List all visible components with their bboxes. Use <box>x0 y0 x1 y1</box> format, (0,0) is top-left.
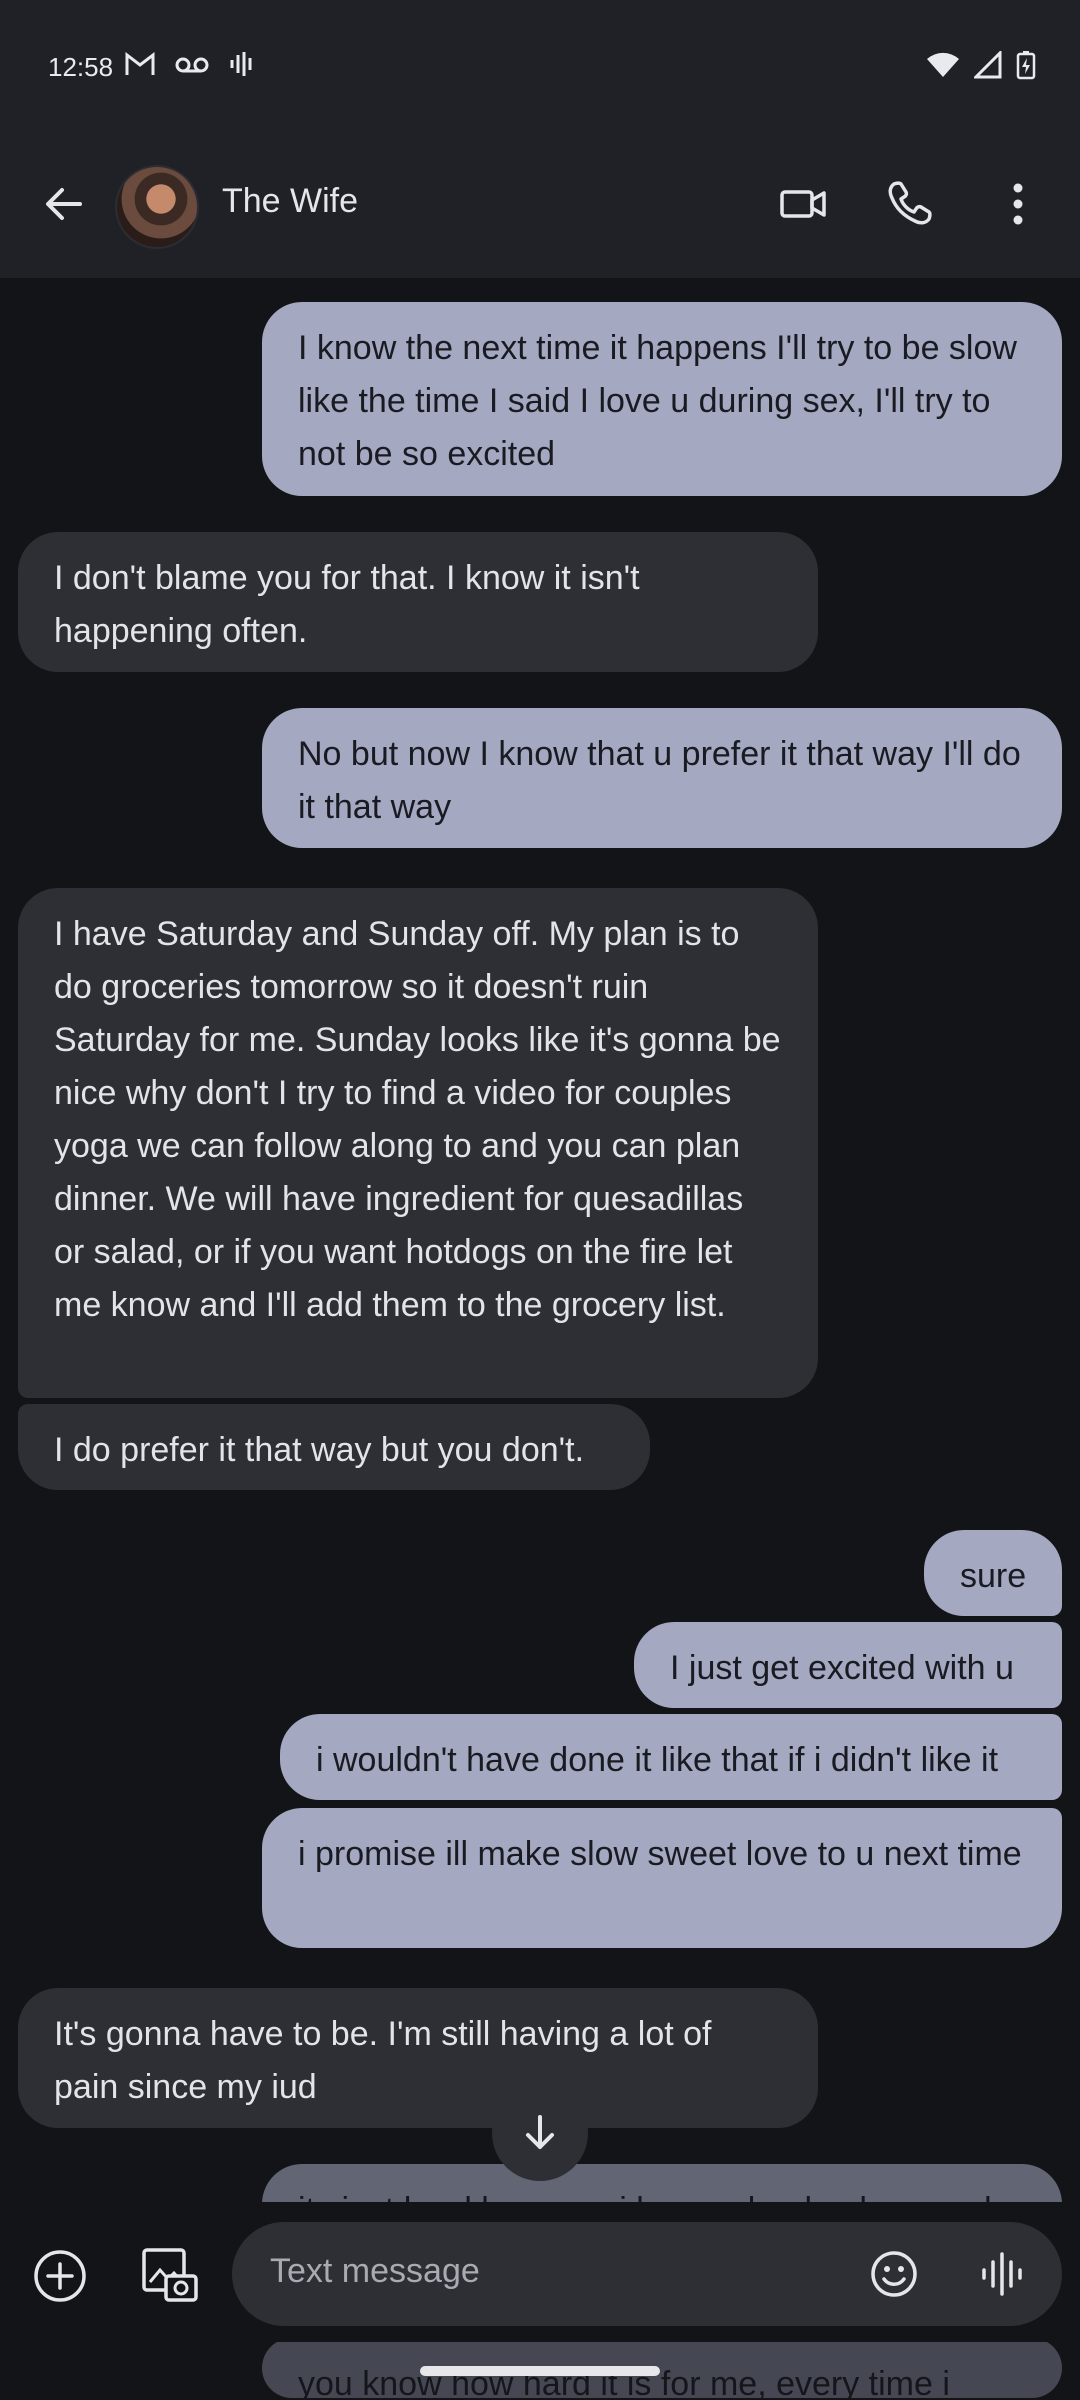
status-icons-left <box>124 50 256 78</box>
contact-avatar[interactable] <box>115 165 199 249</box>
message-bubble-incoming[interactable]: I have Saturday and Sunday off. My plan … <box>18 888 818 1398</box>
message-bubble-outgoing[interactable]: I just get excited with u <box>634 1622 1062 1708</box>
audio-icon <box>228 50 256 78</box>
message-bubble-outgoing[interactable]: i wouldn't have done it like that if i d… <box>280 1714 1062 1800</box>
voicemail-icon <box>174 50 210 78</box>
arrow-down-icon <box>526 2115 554 2149</box>
back-arrow-icon <box>46 188 82 220</box>
voice-icon <box>982 2252 1022 2296</box>
voice-message-button[interactable] <box>976 2248 1028 2300</box>
add-attachment-button[interactable] <box>30 2246 90 2306</box>
status-time: 12:58 <box>48 52 114 82</box>
message-bubble-incoming[interactable]: I don't blame you for that. I know it is… <box>18 532 818 672</box>
home-indicator[interactable] <box>420 2366 660 2376</box>
battery-charging-icon <box>1016 50 1036 80</box>
gallery-icon <box>142 2248 198 2302</box>
gmail-icon <box>124 50 156 78</box>
message-input[interactable]: Text message <box>232 2222 1062 2326</box>
video-call-button[interactable] <box>774 174 834 234</box>
video-call-icon <box>780 190 826 218</box>
back-button[interactable] <box>36 176 92 232</box>
message-bubble-outgoing-partial[interactable]: you know how hard it is for me, every ti… <box>262 2338 1062 2398</box>
scroll-to-bottom-button[interactable] <box>492 2085 588 2181</box>
wifi-icon <box>926 51 960 79</box>
status-icons-right <box>926 50 1036 80</box>
message-bubble-incoming[interactable]: It's gonna have to be. I'm still having … <box>18 1988 818 2128</box>
contact-name[interactable]: The Wife <box>222 182 358 221</box>
emoji-button[interactable] <box>868 2248 920 2300</box>
message-bubble-outgoing[interactable]: I know the next time it happens I'll try… <box>262 302 1062 496</box>
phone-call-button[interactable] <box>880 174 940 234</box>
gallery-button[interactable] <box>138 2244 200 2306</box>
signal-icon <box>974 51 1002 79</box>
emoji-icon <box>871 2251 917 2297</box>
message-input-placeholder: Text message <box>270 2252 480 2290</box>
message-bubble-incoming[interactable]: I do prefer it that way but you don't. <box>18 1404 650 1490</box>
add-icon <box>34 2250 86 2302</box>
phone-icon <box>888 181 932 225</box>
message-bubble-outgoing[interactable]: i promise ill make slow sweet love to u … <box>262 1808 1062 1948</box>
message-list[interactable]: I know the next time it happens I'll try… <box>0 278 1080 2398</box>
more-vert-icon <box>1013 183 1023 225</box>
compose-bar: Text message <box>0 2202 1080 2342</box>
conversation-header: The Wife <box>0 130 1080 278</box>
message-bubble-outgoing[interactable]: sure <box>924 1530 1062 1616</box>
status-bar: 12:58 <box>0 0 1080 130</box>
more-options-button[interactable] <box>988 174 1048 234</box>
message-bubble-outgoing[interactable]: No but now I know that u prefer it that … <box>262 708 1062 848</box>
